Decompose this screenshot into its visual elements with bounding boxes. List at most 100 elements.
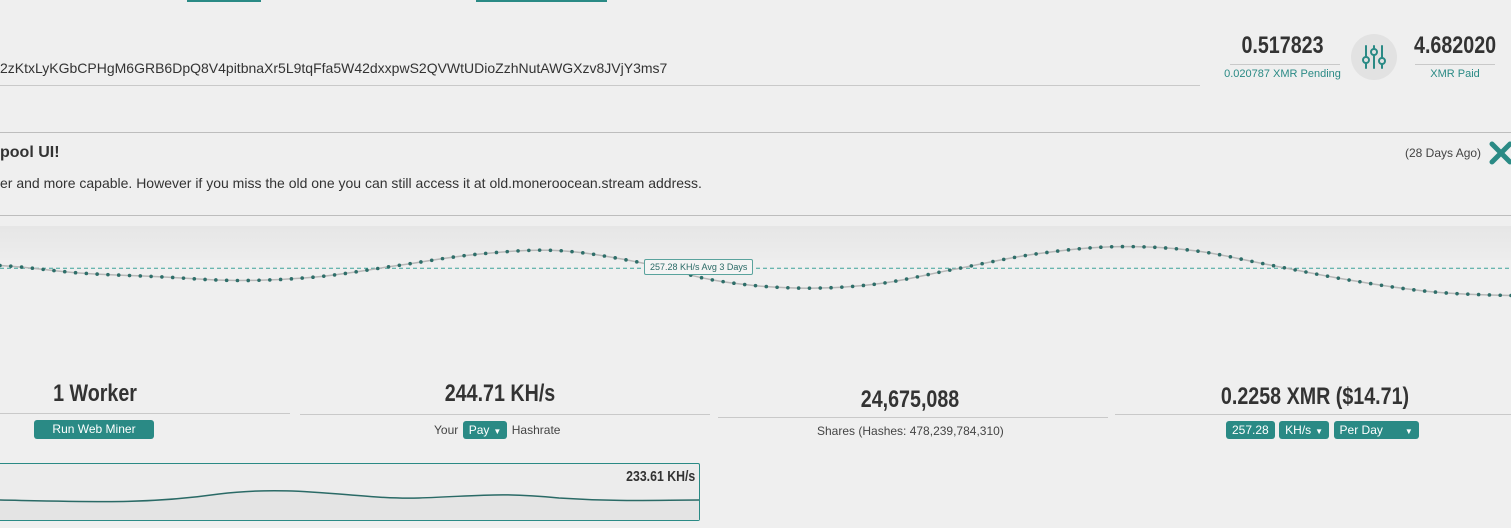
data-point[interactable] bbox=[116, 273, 121, 277]
data-point[interactable] bbox=[473, 252, 477, 257]
close-icon[interactable] bbox=[1488, 140, 1511, 166]
data-point[interactable] bbox=[84, 271, 89, 276]
data-point[interactable] bbox=[1131, 244, 1136, 249]
data-point[interactable] bbox=[1487, 293, 1492, 297]
data-point[interactable] bbox=[386, 265, 391, 269]
data-point[interactable] bbox=[1498, 293, 1503, 298]
data-point[interactable] bbox=[894, 279, 898, 283]
data-point[interactable] bbox=[440, 256, 445, 261]
data-point[interactable] bbox=[106, 272, 110, 277]
data-point[interactable] bbox=[1336, 276, 1341, 280]
data-point[interactable] bbox=[397, 263, 402, 268]
data-point[interactable] bbox=[537, 248, 542, 252]
data-point[interactable] bbox=[591, 252, 596, 257]
data-point[interactable] bbox=[1153, 245, 1157, 250]
data-point[interactable] bbox=[1077, 246, 1082, 251]
data-point[interactable] bbox=[1368, 281, 1373, 286]
data-point[interactable] bbox=[354, 270, 358, 274]
data-point[interactable] bbox=[1293, 268, 1297, 272]
calc-unit-select[interactable]: KH/s ▼ bbox=[1279, 421, 1330, 439]
hashrate-type-select[interactable]: Pay ▼ bbox=[462, 421, 508, 439]
data-point[interactable] bbox=[408, 261, 412, 266]
data-point[interactable] bbox=[1412, 288, 1416, 292]
data-point[interactable] bbox=[429, 258, 434, 263]
data-point[interactable] bbox=[1099, 245, 1103, 250]
data-point[interactable] bbox=[1142, 245, 1146, 249]
data-point[interactable] bbox=[613, 256, 617, 260]
data-point[interactable] bbox=[1304, 270, 1308, 274]
data-point[interactable] bbox=[30, 266, 35, 271]
data-point[interactable] bbox=[732, 281, 736, 286]
data-point[interactable] bbox=[516, 249, 520, 253]
data-point[interactable] bbox=[915, 275, 920, 279]
data-point[interactable] bbox=[278, 277, 283, 282]
data-point[interactable] bbox=[419, 260, 423, 264]
data-point[interactable] bbox=[1207, 250, 1211, 255]
data-point[interactable] bbox=[235, 278, 240, 283]
data-point[interactable] bbox=[62, 269, 67, 274]
data-point[interactable] bbox=[753, 283, 758, 288]
data-point[interactable] bbox=[818, 286, 823, 290]
data-point[interactable] bbox=[127, 273, 132, 278]
data-point[interactable] bbox=[991, 259, 995, 264]
data-point[interactable] bbox=[786, 285, 790, 290]
data-point[interactable] bbox=[19, 265, 24, 269]
data-point[interactable] bbox=[710, 278, 715, 282]
data-point[interactable] bbox=[483, 251, 488, 256]
data-point[interactable] bbox=[1228, 255, 1233, 259]
data-point[interactable] bbox=[807, 286, 812, 290]
data-point[interactable] bbox=[1023, 253, 1028, 258]
data-point[interactable] bbox=[1174, 246, 1179, 251]
data-point[interactable] bbox=[1120, 244, 1125, 249]
data-point[interactable] bbox=[170, 275, 175, 280]
data-point[interactable] bbox=[1444, 291, 1449, 295]
data-point[interactable] bbox=[721, 279, 725, 284]
data-point[interactable] bbox=[1390, 285, 1395, 289]
data-point[interactable] bbox=[451, 255, 456, 259]
data-point[interactable] bbox=[980, 261, 984, 266]
data-point[interactable] bbox=[829, 285, 833, 290]
data-point[interactable] bbox=[505, 249, 510, 254]
data-point[interactable] bbox=[257, 278, 261, 283]
data-point[interactable] bbox=[0, 263, 2, 268]
data-point[interactable] bbox=[1422, 289, 1427, 293]
data-point[interactable] bbox=[52, 268, 56, 273]
data-point[interactable] bbox=[1088, 246, 1092, 250]
data-point[interactable] bbox=[181, 276, 186, 280]
data-point[interactable] bbox=[343, 271, 348, 276]
data-point[interactable] bbox=[1012, 255, 1017, 260]
data-point[interactable] bbox=[904, 277, 909, 281]
data-point[interactable] bbox=[246, 278, 251, 283]
data-point[interactable] bbox=[624, 258, 628, 262]
data-point[interactable] bbox=[1476, 292, 1481, 297]
data-point[interactable] bbox=[214, 278, 218, 282]
data-point[interactable] bbox=[95, 272, 99, 276]
data-point[interactable] bbox=[764, 284, 769, 289]
data-point[interactable] bbox=[1239, 257, 1243, 261]
data-point[interactable] bbox=[850, 284, 855, 289]
data-point[interactable] bbox=[1055, 249, 1060, 253]
data-point[interactable] bbox=[494, 250, 499, 255]
data-point[interactable] bbox=[570, 249, 574, 254]
data-point[interactable] bbox=[1282, 265, 1287, 270]
data-point[interactable] bbox=[861, 283, 866, 288]
data-point[interactable] bbox=[1379, 283, 1384, 288]
data-point[interactable] bbox=[332, 273, 337, 277]
data-point[interactable] bbox=[1250, 259, 1254, 264]
data-point[interactable] bbox=[796, 286, 801, 290]
data-point[interactable] bbox=[1045, 250, 1049, 255]
data-point[interactable] bbox=[1433, 290, 1438, 294]
data-point[interactable] bbox=[160, 275, 164, 279]
data-point[interactable] bbox=[742, 282, 747, 287]
data-point[interactable] bbox=[937, 270, 941, 275]
data-point[interactable] bbox=[311, 275, 315, 280]
data-point[interactable] bbox=[1185, 248, 1190, 252]
hashrate-chart[interactable] bbox=[0, 228, 1511, 318]
data-point[interactable] bbox=[1196, 249, 1200, 253]
data-point[interactable] bbox=[1466, 292, 1470, 296]
data-point[interactable] bbox=[699, 275, 704, 280]
data-point[interactable] bbox=[947, 268, 952, 272]
data-point[interactable] bbox=[138, 274, 143, 278]
data-point[interactable] bbox=[883, 281, 887, 285]
data-point[interactable] bbox=[41, 267, 45, 272]
